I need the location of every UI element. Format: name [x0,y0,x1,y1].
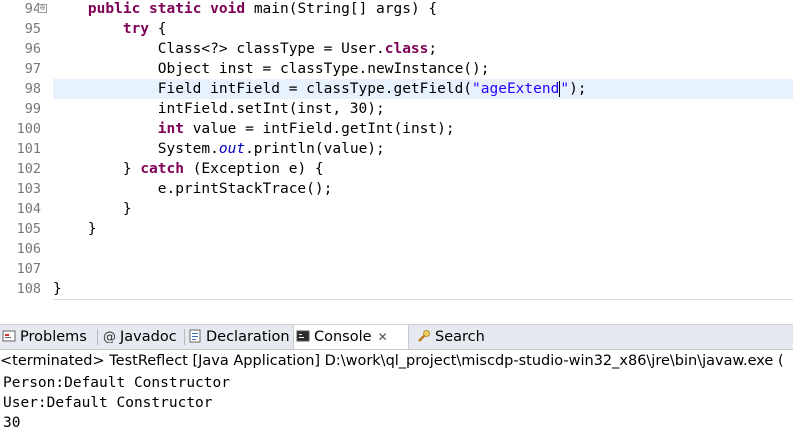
line-number: 97 [24,61,41,77]
code-token: System. [53,141,219,157]
problems-icon [2,327,16,342]
bottom-panel-tabbar: Problems @ Javadoc Declaration Console ✕ … [0,325,793,350]
keyword-token: int [157,121,184,137]
line-number: 103 [16,181,41,197]
horizontal-scrollbar[interactable]: ◂ [53,299,793,300]
string-token: " [560,81,570,97]
keyword-token: catch [140,161,184,177]
keyword-token: try [122,21,150,37]
code-token: intField.setInt(inst, 30); [53,101,385,117]
code-line[interactable]: try { [53,19,793,39]
code-token: Field intField = classType.getField( [53,81,473,97]
string-token: "ageExtend [472,81,560,97]
line-number: 100 [16,121,41,137]
line-number: 102 [16,161,41,177]
line-number: 95 [24,21,41,37]
console-status-header: <terminated> TestReflect [Java Applicati… [0,353,784,369]
code-token: ; [428,41,438,57]
search-icon [417,327,431,342]
console-icon [296,327,310,342]
code-line[interactable]: } [53,279,793,299]
line-number: 94 [24,1,41,17]
code-area[interactable]: public static void main(String[] args) {… [53,0,793,300]
code-token: } [53,221,97,237]
code-token: } [53,201,132,217]
code-token: main(String[] args) { [245,1,438,17]
declaration-icon [188,327,202,343]
code-line[interactable]: int value = intField.getInt(inst); [53,119,793,139]
tab-search[interactable]: Search [417,325,485,349]
tab-console[interactable]: Console ✕ [293,325,409,349]
code-line[interactable]: public static void main(String[] args) { [53,0,793,19]
line-number: 96 [24,41,41,57]
keyword-token: void [210,1,246,17]
code-line[interactable]: } [53,199,793,219]
line-number: 105 [16,221,41,237]
code-token: ); [569,81,587,97]
tab-javadoc[interactable]: @ Javadoc [102,325,177,349]
console-line: 30 [3,415,21,431]
code-line[interactable] [53,239,793,259]
code-token: Object inst = classType.newInstance(); [53,61,490,77]
tab-declaration-label: Declaration [206,329,290,345]
console-line: Person:Default Constructor [3,375,230,391]
console-output[interactable]: Person:Default Constructor User:Default … [0,373,793,433]
line-number-ruler: 94 95 96 97 98 99 100 101 102 103 104 105 106 107 108 [14,0,48,300]
code-line[interactable]: System.out.println(value); [53,139,793,159]
close-icon[interactable]: ✕ [378,330,388,344]
code-token: } [53,161,141,177]
code-token: Class<?> classType = User. [53,41,385,57]
code-token: } [53,281,62,297]
code-token: e.printStackTrace(); [53,181,333,197]
at-icon: @ [102,327,116,345]
fold-collapse-icon[interactable]: ⊖ [38,4,47,13]
tab-separator [97,329,98,345]
code-line[interactable]: Class<?> classType = User.class; [53,39,793,59]
tab-problems[interactable]: Problems [2,325,87,349]
panel-divider[interactable] [0,316,793,325]
line-number: 99 [24,101,41,117]
code-line[interactable]: } [53,219,793,239]
tab-declaration[interactable]: Declaration [188,325,290,349]
code-line[interactable] [53,259,793,279]
line-number: 104 [16,201,41,217]
keyword-token: static [149,1,202,17]
line-number: 108 [16,281,41,297]
code-line[interactable]: e.printStackTrace(); [53,179,793,199]
field-token: out [218,141,246,157]
keyword-token: class [384,41,429,57]
tab-problems-label: Problems [20,329,87,345]
line-number: 98 [24,81,41,97]
code-line-current[interactable]: Field intField = classType.getField("age… [53,79,793,99]
tab-separator [184,329,185,345]
line-number: 107 [16,261,41,277]
editor-gutter [0,0,14,300]
code-line[interactable]: } catch (Exception e) { [53,159,793,179]
code-token: value = intField.getInt(inst); [183,121,455,137]
code-line[interactable]: intField.setInt(inst, 30); [53,99,793,119]
tab-javadoc-label: Javadoc [120,329,177,345]
tab-console-label: Console [314,329,372,345]
line-number: 106 [16,241,41,257]
line-number: 101 [16,141,41,157]
console-line: User:Default Constructor [3,395,213,411]
code-editor[interactable]: 94 95 96 97 98 99 100 101 102 103 104 105 106 107 108 … [0,0,793,300]
code-token: { [149,21,167,37]
code-line[interactable]: Object inst = classType.newInstance(); [53,59,793,79]
keyword-token: public [87,1,141,17]
tab-search-label: Search [435,329,485,345]
code-token: .println(value); [245,141,385,157]
code-token: (Exception e) { [183,161,324,177]
svg-text:@: @ [103,330,116,343]
